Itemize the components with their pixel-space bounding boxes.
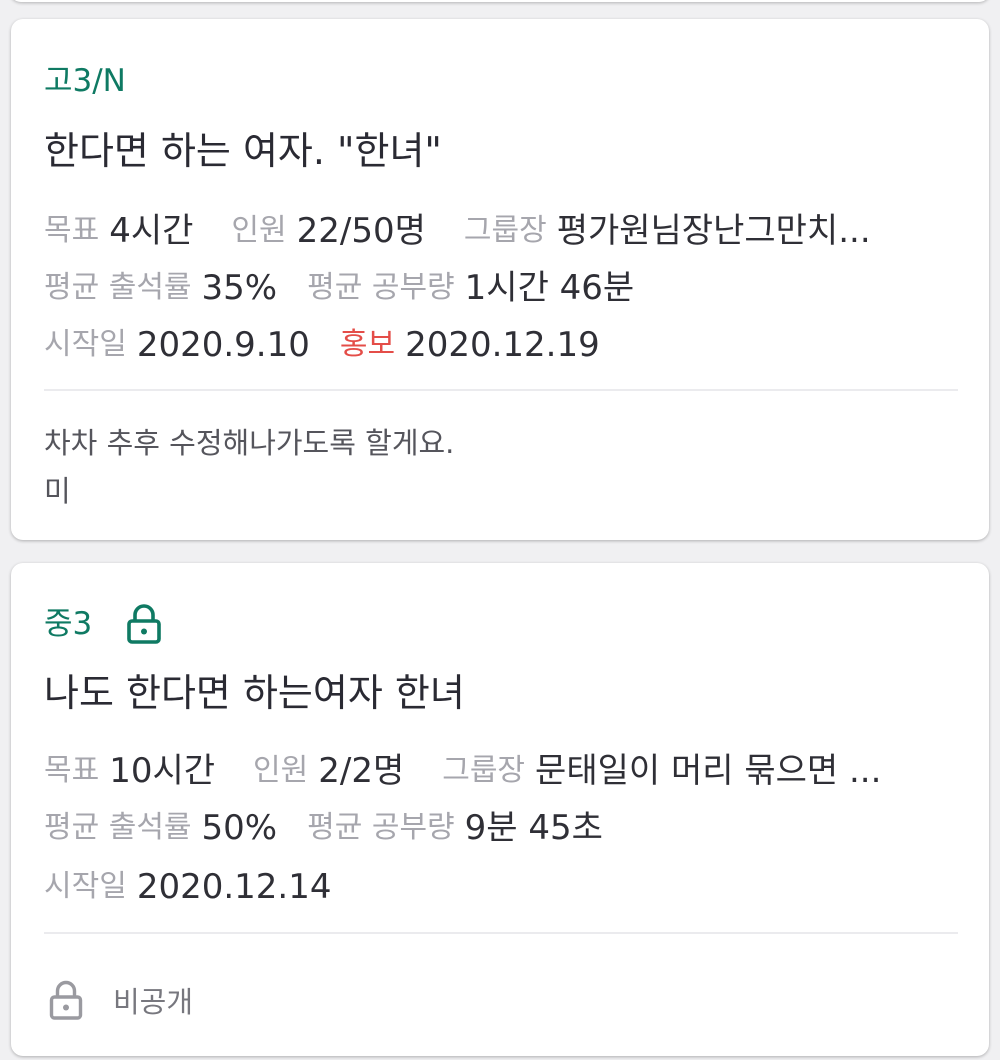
leader-value: 문태일이 머리 묶으면 ... (535, 751, 882, 791)
info-row-dates: 시작일 2020.12.14 (44, 865, 951, 909)
info-row-stats: 평균 출석률 50% 평균 공부량 9분 45초 (44, 806, 951, 850)
study-amount-value: 9분 45초 (464, 808, 603, 848)
goal-value: 4시간 (109, 211, 194, 251)
card-divider (44, 932, 958, 934)
previous-card-edge (10, 0, 990, 2)
study-amount-label: 평균 공부량 (307, 810, 455, 845)
lock-icon (127, 604, 162, 644)
study-group-card[interactable]: 고3/N 한다면 하는 여자. "한녀" 목표 4시간 인원 22/50명 그룹… (11, 19, 989, 540)
attendance-label: 평균 출석률 (44, 810, 192, 845)
info-row-goal-members-leader: 목표 10시간 인원 2/2명 그룹장 문태일이 머리 묶으면 ... (44, 749, 951, 793)
lock-icon (49, 980, 83, 1020)
study-amount-label: 평균 공부량 (307, 270, 455, 305)
attendance-value: 35% (201, 268, 278, 308)
grade-text: 중3 (44, 606, 93, 642)
private-label: 비공개 (113, 985, 194, 1019)
study-group-card[interactable]: 중3 나도 한다면 하는여자 한녀 목표 10시간 인원 2/2명 그룹장 문태… (11, 563, 989, 1056)
members-label: 인원 (253, 753, 309, 788)
group-description: 차차 추후 수정해나가도록 할게요. 미 (44, 419, 454, 515)
members-label: 인원 (231, 213, 287, 248)
members-value: 22/50명 (296, 211, 426, 251)
info-row-goal-members-leader: 목표 4시간 인원 22/50명 그룹장 평가원님장난그만치... (44, 209, 951, 253)
promo-label: 홍보 (339, 327, 396, 362)
goal-label: 목표 (44, 753, 100, 788)
leader-value: 평가원님장난그만치... (556, 211, 871, 251)
grade-text: 고3/N (44, 63, 126, 99)
study-amount-value: 1시간 46분 (464, 268, 635, 308)
leader-label: 그룹장 (463, 213, 547, 248)
promo-date-value: 2020.12.19 (405, 325, 600, 365)
members-value: 2/2명 (318, 751, 405, 791)
description-line: 차차 추후 수정해나가도록 할게요. (44, 426, 455, 460)
goal-label: 목표 (44, 213, 100, 248)
start-date-value: 2020.9.10 (136, 325, 310, 365)
card-divider (44, 389, 958, 391)
grade-label: 중3 (44, 603, 162, 645)
description-line: 미 (44, 474, 71, 508)
grade-label: 고3/N (44, 61, 126, 101)
info-row-dates: 시작일 2020.9.10 홍보 2020.12.19 (44, 323, 951, 367)
start-date-label: 시작일 (44, 869, 127, 904)
goal-value: 10시간 (109, 751, 216, 791)
attendance-value: 50% (201, 808, 278, 848)
leader-label: 그룹장 (442, 753, 526, 788)
start-date-value: 2020.12.14 (136, 867, 332, 907)
start-date-label: 시작일 (44, 327, 127, 362)
info-row-stats: 평균 출석률 35% 평균 공부량 1시간 46분 (44, 266, 951, 310)
private-indicator: 비공개 (49, 979, 193, 1021)
attendance-label: 평균 출석률 (44, 270, 192, 305)
group-title: 나도 한다면 하는여자 한녀 (44, 671, 465, 715)
group-title: 한다면 하는 여자. "한녀" (44, 129, 442, 173)
